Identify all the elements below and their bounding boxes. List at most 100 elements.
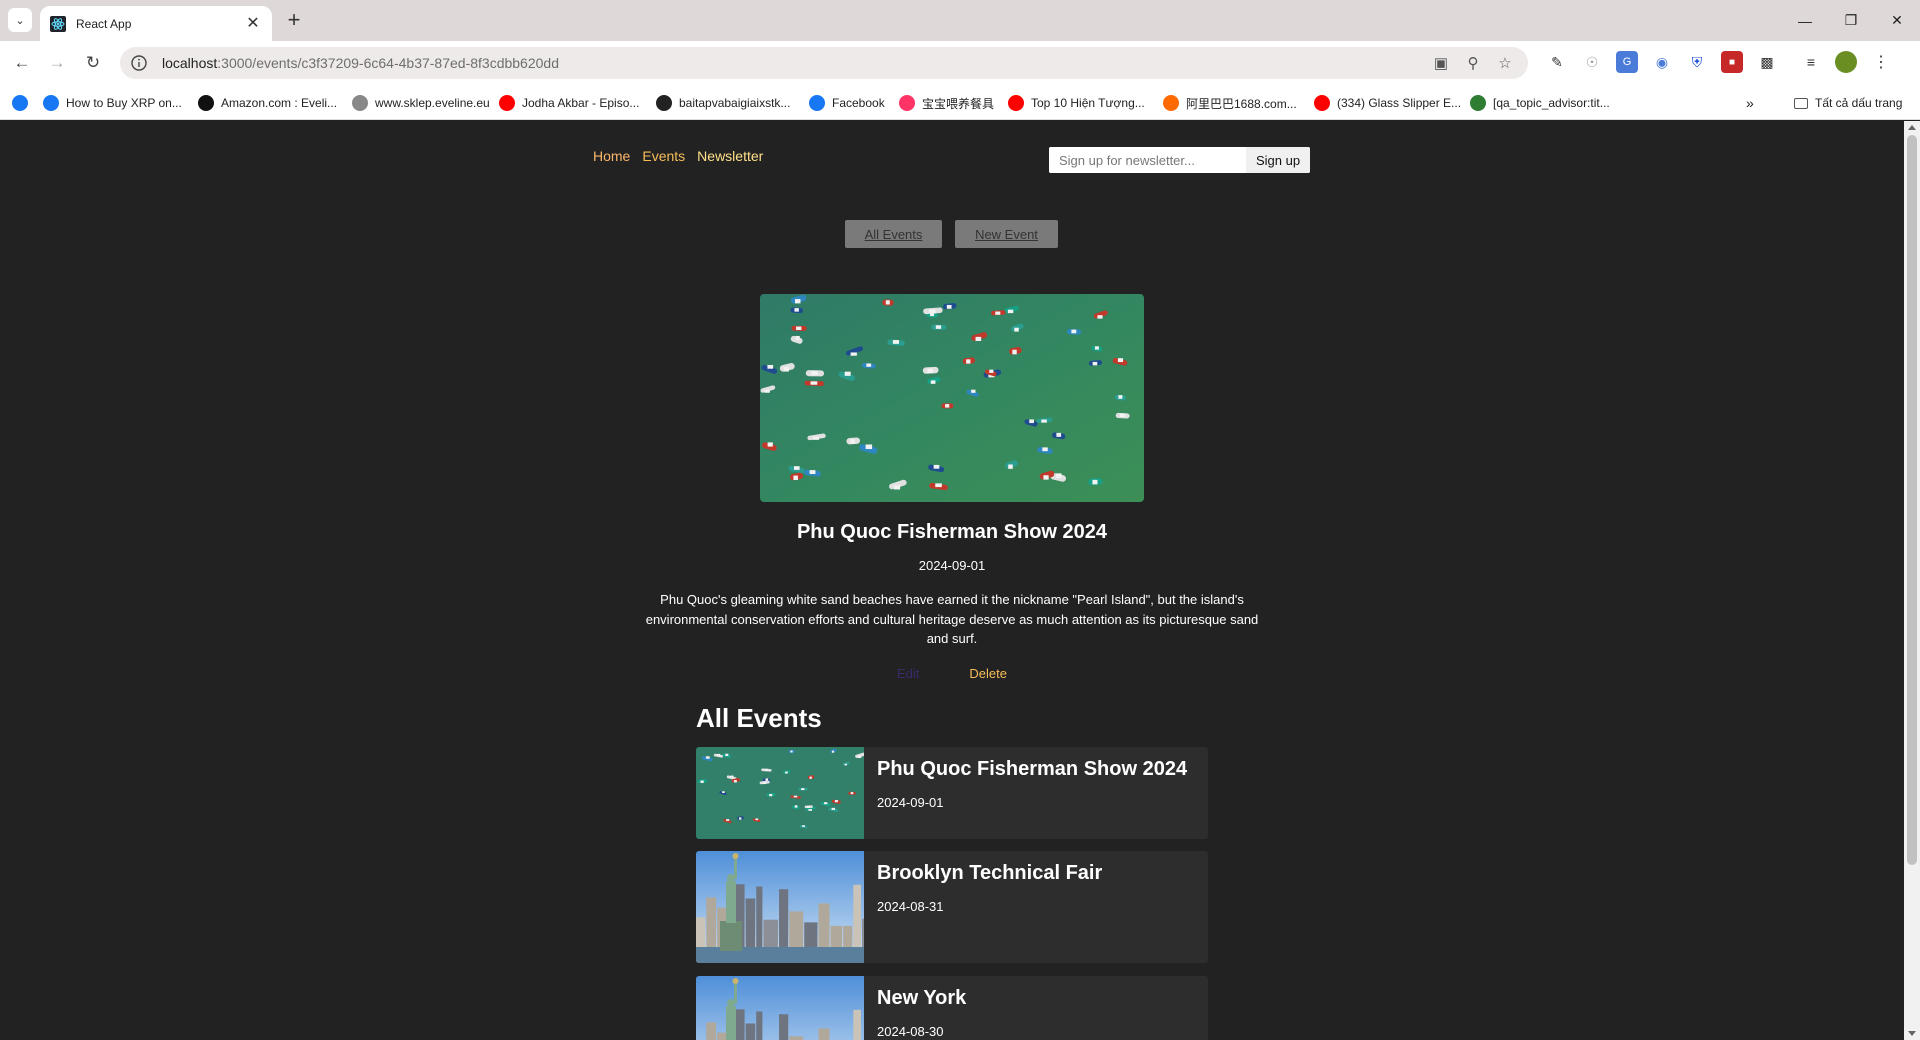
- close-icon[interactable]: ✕: [244, 15, 262, 33]
- window-close-button[interactable]: ✕: [1874, 0, 1920, 41]
- page-scrollbar[interactable]: [1904, 121, 1920, 1040]
- scroll-thumb[interactable]: [1907, 135, 1917, 865]
- event-thumbnail: [696, 747, 864, 839]
- event-detail-title: Phu Quoc Fisherman Show 2024: [796, 521, 1108, 543]
- bookmark-item[interactable]: baitapvabaigiaixstk...: [656, 93, 790, 113]
- event-item-date: 2024-08-30: [877, 1024, 944, 1039]
- facebook-icon: [12, 95, 28, 111]
- new-event-button[interactable]: New Event: [955, 220, 1058, 248]
- events-list-heading: All Events: [696, 703, 822, 733]
- lens-extension-icon[interactable]: ◉: [1651, 51, 1673, 73]
- media-control-icon[interactable]: ≡: [1800, 51, 1822, 73]
- red-extension-icon[interactable]: ■: [1721, 51, 1743, 73]
- event-item-date: 2024-08-31: [877, 899, 944, 914]
- all-bookmarks-button[interactable]: Tất cả dấu trang: [1794, 93, 1902, 113]
- browser-tab-strip: ⌄ React App ✕ + — ❐ ✕: [0, 0, 1920, 41]
- eveline-icon: [352, 95, 368, 111]
- bookmark-label: www.sklep.eveline.eu: [375, 96, 490, 110]
- bookmark-label: [qa_topic_advisor:tit...: [1493, 96, 1610, 110]
- newsletter-signup-button[interactable]: Sign up: [1246, 147, 1310, 173]
- eyedropper-extension-icon[interactable]: ✎: [1546, 51, 1568, 73]
- fishing-boats-image: [760, 294, 1144, 502]
- edit-event-link[interactable]: Edit: [897, 666, 919, 681]
- bookmark-item[interactable]: [qa_topic_advisor:tit...: [1470, 93, 1610, 113]
- amazon-icon: [198, 95, 214, 111]
- shield-extension-icon[interactable]: ⛨: [1686, 51, 1708, 73]
- event-list-item[interactable]: Phu Quoc Fisherman Show 2024 2024-09-01: [696, 747, 1208, 839]
- newsletter-email-input[interactable]: [1049, 147, 1246, 173]
- event-detail-description: Phu Quoc's gleaming white sand beaches h…: [645, 592, 1259, 646]
- alibaba-icon: [1163, 95, 1179, 111]
- newsletter-signup-form: Sign up: [1049, 147, 1310, 173]
- nav-newsletter-link[interactable]: Newsletter: [697, 148, 763, 164]
- delete-event-button[interactable]: Delete: [969, 666, 1007, 681]
- bookmark-item[interactable]: www.sklep.eveline.eu: [352, 93, 490, 113]
- bookmark-item[interactable]: [12, 93, 35, 113]
- event-detail-actions: Edit Delete: [552, 666, 1352, 681]
- nav-home-link[interactable]: Home: [593, 148, 630, 164]
- bookmark-label: Amazon.com : Eveli...: [221, 96, 338, 110]
- scroll-up-arrow-icon[interactable]: [1908, 125, 1916, 130]
- event-list-item[interactable]: Brooklyn Technical Fair 2024-08-31: [696, 851, 1208, 963]
- back-arrow-icon[interactable]: ←: [10, 51, 34, 75]
- all-bookmarks-label: Tất cả dấu trang: [1815, 96, 1903, 110]
- bookmark-label: 宝宝喂养餐具: [922, 96, 995, 111]
- address-bar[interactable]: localhost :3000/events/c3f37209-6c64-4b3…: [120, 47, 1528, 79]
- main-navigation: Home Events Newsletter: [593, 148, 775, 164]
- event-thumbnail: [696, 976, 864, 1040]
- event-detail-date: 2024-09-01: [918, 558, 986, 573]
- bookmark-item[interactable]: (334) Glass Slipper E...: [1314, 93, 1461, 113]
- youtube-icon: [1314, 95, 1330, 111]
- tab-search-button[interactable]: ⌄: [8, 8, 32, 32]
- bookmark-star-icon[interactable]: ☆: [1494, 52, 1516, 74]
- event-item-title: New York: [877, 987, 967, 1009]
- install-app-icon[interactable]: ▣: [1430, 52, 1452, 74]
- translate-extension-icon[interactable]: G: [1616, 51, 1638, 73]
- qa-icon: [1470, 95, 1486, 111]
- new-tab-button[interactable]: +: [282, 9, 306, 33]
- page-viewport: Home Events Newsletter Sign up All Event…: [0, 121, 1904, 1040]
- nav-events-link[interactable]: Events: [642, 148, 685, 164]
- bookmarks-bar: How to Buy XRP on... Amazon.com : Eveli..…: [0, 85, 1920, 120]
- browser-tab[interactable]: React App ✕: [40, 6, 272, 41]
- more-bookmarks-icon[interactable]: »: [1746, 93, 1754, 113]
- shop-icon: [899, 95, 915, 111]
- bookmark-item[interactable]: Amazon.com : Eveli...: [198, 93, 337, 113]
- bookmark-item[interactable]: Jodha Akbar - Episo...: [499, 93, 639, 113]
- bookmark-label: Jodha Akbar - Episo...: [522, 96, 640, 110]
- event-list-item[interactable]: New York 2024-08-30: [696, 976, 1208, 1040]
- more-menu-icon[interactable]: ⋮: [1870, 51, 1892, 73]
- bookmark-item[interactable]: 阿里巴巴1688.com...: [1163, 93, 1297, 113]
- reload-icon[interactable]: ↻: [81, 51, 105, 75]
- scroll-down-arrow-icon[interactable]: [1908, 1031, 1916, 1036]
- zoom-icon[interactable]: ⚲: [1462, 52, 1484, 74]
- tab-title: React App: [76, 16, 132, 31]
- puzzle-extensions-icon[interactable]: ▩: [1756, 51, 1778, 73]
- folder-icon: [1794, 97, 1808, 109]
- profile-avatar[interactable]: [1835, 51, 1857, 73]
- bookmark-label: Facebook: [832, 96, 885, 110]
- browser-toolbar: ← → ↻ localhost :3000/events/c3f37209-6c…: [0, 41, 1920, 85]
- bookmark-item[interactable]: Top 10 Hiện Tượng...: [1008, 93, 1145, 113]
- bookmark-label: baitapvabaigiaixstk...: [679, 96, 791, 110]
- minimize-button[interactable]: —: [1782, 0, 1828, 41]
- bookmark-label: 阿里巴巴1688.com...: [1186, 96, 1297, 111]
- url-host: localhost: [162, 55, 218, 71]
- chevron-down-icon: ⌄: [15, 14, 25, 27]
- site-info-icon[interactable]: [130, 54, 148, 72]
- youtube-icon: [1008, 95, 1024, 111]
- react-logo-icon: [50, 15, 66, 32]
- bookmark-item[interactable]: Facebook: [809, 93, 885, 113]
- event-thumbnail: [696, 851, 864, 963]
- forward-arrow-icon[interactable]: →: [45, 51, 69, 75]
- restore-button[interactable]: ❐: [1828, 0, 1874, 41]
- bookmark-label: Top 10 Hiện Tượng...: [1031, 96, 1145, 110]
- event-detail-image: [760, 294, 1144, 502]
- all-events-button[interactable]: All Events: [845, 220, 942, 248]
- event-item-date: 2024-09-01: [877, 795, 944, 810]
- url-path: :3000/events/c3f37209-6c64-4b37-87ed-8f3…: [217, 55, 559, 71]
- event-item-title: Brooklyn Technical Fair: [877, 862, 1103, 884]
- bookmark-item[interactable]: 宝宝喂养餐具: [899, 93, 994, 113]
- bookmark-item[interactable]: How to Buy XRP on...: [43, 93, 182, 113]
- compass-extension-icon[interactable]: ☉: [1581, 51, 1603, 73]
